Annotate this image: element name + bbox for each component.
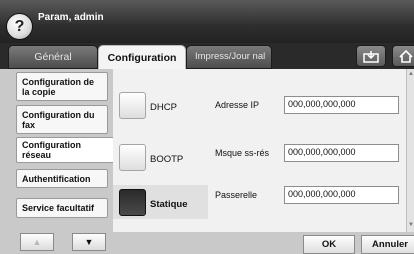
gateway-label: Passerelle	[215, 190, 258, 200]
scroll-up-button[interactable]: ▲	[20, 233, 54, 251]
subnet-mask-label: Msque ss-rés	[215, 148, 270, 158]
sidebar-item-label: Authentification	[22, 173, 91, 184]
scroll-down-icon: ▼	[408, 222, 414, 228]
gateway-field[interactable]: 000,000,000,000	[284, 186, 399, 204]
cancel-button[interactable]: Annuler	[361, 235, 414, 254]
dhcp-option-button[interactable]	[119, 92, 146, 119]
network-settings-panel: DHCP BOOTP Statique Adresse IP 000,000,0…	[113, 69, 408, 232]
tab-impress-journal[interactable]: Impress/Jour nal	[186, 45, 272, 69]
ip-address-label: Adresse IP	[215, 100, 260, 110]
arrow-down-icon: ▼	[84, 237, 94, 247]
sidebar-item-label: Configuration de la copie	[22, 76, 94, 97]
dhcp-label: DHCP	[150, 102, 177, 113]
sidebar-item-copy-settings[interactable]: Configuration de la copie	[16, 72, 108, 101]
vertical-scrollbar[interactable]: ▲ ▼	[406, 69, 414, 232]
save-to-tray-icon	[363, 50, 379, 63]
sidebar-item-authentication[interactable]: Authentification	[16, 169, 108, 188]
bootp-label: BOOTP	[150, 154, 184, 165]
home-button[interactable]	[392, 45, 414, 67]
sidebar: Configuration de la copie Configuration …	[0, 69, 114, 254]
footer-bar: OK Annuler	[113, 232, 414, 254]
bootp-option-button[interactable]	[119, 144, 146, 171]
scroll-down-button[interactable]: ▼	[72, 233, 106, 251]
save-button[interactable]	[356, 45, 386, 67]
scroll-up-icon: ▲	[408, 71, 414, 77]
ip-address-field[interactable]: 000,000,000,000	[284, 96, 399, 114]
ok-button[interactable]: OK	[303, 235, 355, 254]
home-icon	[399, 49, 413, 63]
arrow-up-icon: ▲	[32, 237, 42, 247]
page-title: Param, admin	[38, 12, 104, 23]
help-button[interactable]: ?	[6, 13, 33, 40]
sidebar-item-optional-service[interactable]: Service facultatif	[16, 198, 108, 218]
title-bar: ? Param, admin	[0, 0, 414, 43]
tab-bar: Général Configuration Impress/Jour nal	[0, 43, 414, 69]
subnet-mask-field[interactable]: 000,000,000,000	[284, 144, 399, 162]
tab-general[interactable]: Général	[8, 45, 98, 69]
sidebar-item-label: Configuration du fax	[22, 109, 95, 130]
sidebar-item-label: Configuration réseau	[22, 140, 81, 160]
static-option-button[interactable]	[119, 189, 146, 216]
sidebar-item-fax-settings[interactable]: Configuration du fax	[16, 105, 108, 134]
sidebar-item-label: Service facultatif	[22, 203, 95, 213]
tab-configuration[interactable]: Configuration	[98, 45, 186, 69]
sidebar-item-network-settings[interactable]: Configuration réseau	[16, 137, 114, 163]
static-label: Statique	[150, 199, 188, 210]
